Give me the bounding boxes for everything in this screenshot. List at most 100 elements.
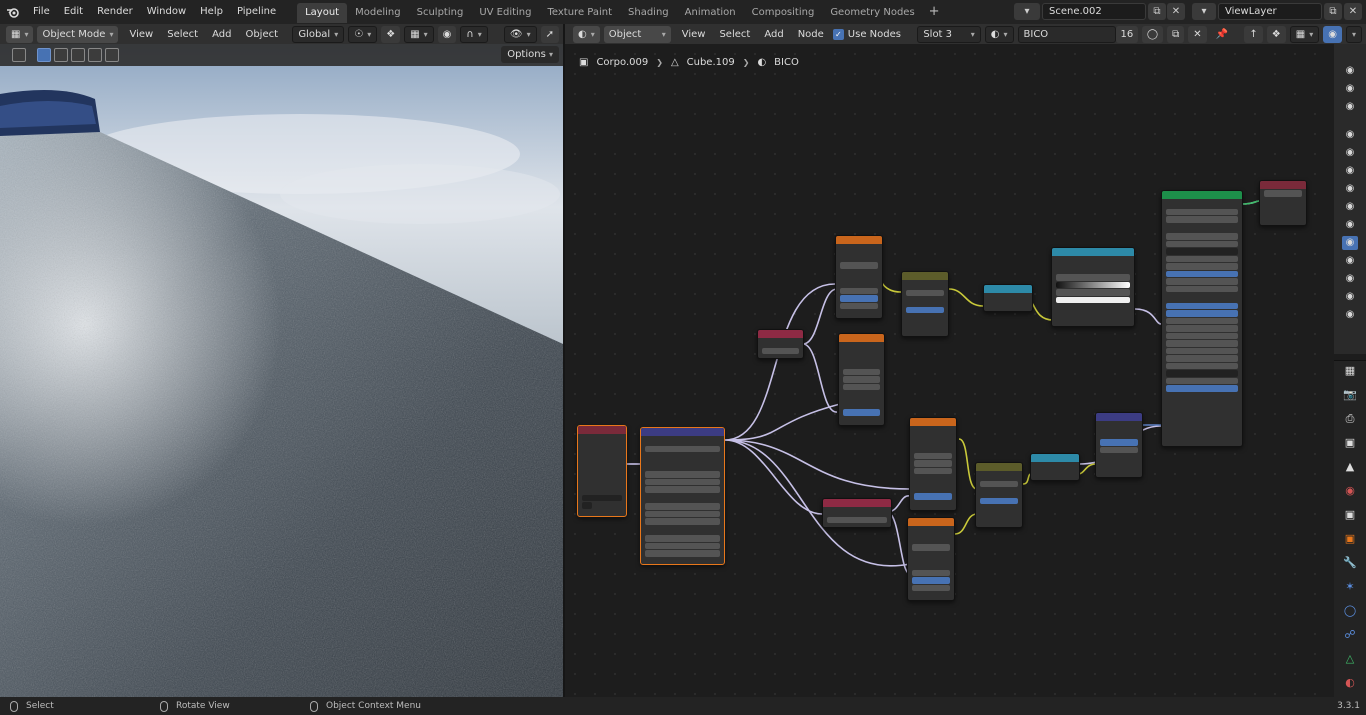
camera-icon[interactable]: ◉ — [1342, 100, 1358, 114]
node-noise-texture-top[interactable] — [835, 235, 883, 319]
tab-shading[interactable]: Shading — [620, 3, 677, 23]
camera-icon[interactable]: ◉ — [1342, 254, 1358, 268]
output-icon[interactable]: ⎙ — [1340, 411, 1360, 427]
render-icon[interactable]: 📷 — [1340, 387, 1360, 403]
camera-icon[interactable]: ◉ — [1342, 182, 1358, 196]
snap-target-button[interactable]: ▦ ▾ — [404, 25, 434, 43]
camera-icon[interactable]: ◉ — [1342, 236, 1358, 250]
tab-sculpting[interactable]: Sculpting — [409, 3, 472, 23]
delete-view-layer-button[interactable]: ✕ — [1344, 3, 1362, 20]
fake-user-icon[interactable]: ◯ — [1141, 25, 1164, 43]
tab-texture-paint[interactable]: Texture Paint — [539, 3, 620, 23]
proportional-edit-icon[interactable]: ◉ — [437, 25, 457, 43]
node-menu-select[interactable]: Select — [712, 29, 757, 40]
data-icon[interactable]: △ — [1340, 651, 1360, 667]
viewport-menu-select[interactable]: Select — [160, 29, 205, 40]
overlay-icon[interactable]: ◉ — [1323, 25, 1342, 43]
object-icon[interactable]: ▣ — [1340, 531, 1360, 547]
node-subtract-bottom[interactable] — [975, 462, 1023, 528]
modifier-icon[interactable]: 🔧 — [1340, 555, 1360, 571]
parent-node-tree-icon[interactable]: ↑ — [1244, 25, 1263, 43]
3d-viewport[interactable] — [0, 44, 563, 697]
camera-icon[interactable]: ◉ — [1342, 146, 1358, 160]
material-name-field[interactable]: BICO — [1017, 25, 1116, 43]
menu-window[interactable]: Window — [140, 0, 193, 24]
visibility-button[interactable]: 👁 ▾ — [503, 25, 537, 43]
select-subtract-icon[interactable] — [71, 48, 85, 62]
world-icon[interactable]: ◉ — [1340, 483, 1360, 499]
select-invert-icon[interactable] — [88, 48, 102, 62]
node-value-top[interactable] — [757, 329, 804, 359]
menu-edit[interactable]: Edit — [57, 0, 90, 24]
slot-select[interactable]: Slot 3 ▾ — [917, 25, 981, 43]
camera-icon[interactable]: ◉ — [1342, 290, 1358, 304]
select-intersect-icon[interactable] — [105, 48, 119, 62]
node-editor-type-button[interactable]: ◐ ▾ — [573, 25, 600, 43]
node-menu-node[interactable]: Node — [791, 29, 831, 40]
node-noise-texture-bottom[interactable] — [907, 517, 955, 601]
node-texture-coordinate[interactable] — [577, 425, 627, 517]
duplicate-material-icon[interactable]: ⧉ — [1167, 25, 1185, 43]
camera-icon[interactable]: ◉ — [1342, 164, 1358, 178]
editor-type-button[interactable]: ▦ ▾ — [6, 25, 34, 43]
camera-icon[interactable]: ◉ — [1342, 64, 1358, 78]
select-tool-icon[interactable] — [12, 48, 26, 62]
shader-node-editor[interactable]: ▣ Corpo.009 ❯ △ Cube.109 ❯ ◐ BICO — [565, 44, 1334, 697]
blender-logo-icon[interactable] — [0, 0, 26, 24]
select-extend-icon[interactable] — [54, 48, 68, 62]
camera-icon[interactable]: ◉ — [1342, 82, 1358, 96]
particles-icon[interactable]: ✶ — [1340, 579, 1360, 595]
node-menu-add[interactable]: Add — [757, 29, 790, 40]
shader-type-select[interactable]: Object ▾ — [603, 25, 671, 43]
node-bump[interactable] — [1095, 412, 1143, 478]
tab-modeling[interactable]: Modeling — [347, 3, 409, 23]
node-material-output[interactable] — [1259, 180, 1307, 226]
tab-compositing[interactable]: Compositing — [744, 3, 823, 23]
scene-icon[interactable]: ▲ — [1340, 459, 1360, 475]
node-mapping[interactable] — [640, 427, 725, 565]
camera-icon[interactable]: ◉ — [1342, 218, 1358, 232]
select-new-icon[interactable] — [37, 48, 51, 62]
material-users-count[interactable]: 16 — [1115, 25, 1138, 43]
camera-icon[interactable]: ◉ — [1342, 200, 1358, 214]
new-view-layer-button[interactable]: ⧉ — [1324, 3, 1342, 20]
node-voronoi-texture-bottom[interactable] — [909, 417, 957, 511]
tool-icon[interactable]: ▦ — [1340, 363, 1360, 379]
node-subtract-top[interactable] — [901, 271, 949, 337]
tab-geometry-nodes[interactable]: Geometry Nodes — [822, 3, 922, 23]
view-layer-field[interactable]: ViewLayer — [1218, 3, 1322, 20]
viewport-menu-add[interactable]: Add — [205, 29, 238, 40]
node-color-ramp[interactable] — [1051, 247, 1135, 327]
camera-icon[interactable]: ◉ — [1342, 308, 1358, 322]
pin-icon[interactable]: 📌 — [1211, 26, 1233, 43]
view-layer-icon[interactable]: ▣ — [1340, 435, 1360, 451]
node-value-bottom[interactable] — [822, 498, 892, 528]
node-principled-bsdf[interactable] — [1161, 190, 1243, 447]
view-layer-icon[interactable]: ▾ — [1192, 3, 1216, 20]
mode-select[interactable]: Object Mode ▾ — [37, 25, 119, 43]
tab-animation[interactable]: Animation — [677, 3, 744, 23]
camera-icon[interactable]: ◉ — [1342, 272, 1358, 286]
delete-scene-button[interactable]: ✕ — [1167, 3, 1185, 20]
pivot-point-button[interactable]: ☉ ▾ — [348, 25, 378, 43]
node-rgb-to-bw-top[interactable] — [983, 284, 1033, 312]
node-rgb-to-bw-bottom[interactable] — [1030, 453, 1080, 481]
viewport-options-button[interactable]: Options ▾ — [501, 46, 559, 63]
physics-icon[interactable]: ◯ — [1340, 603, 1360, 619]
overlay-dropdown-button[interactable]: ▾ — [1345, 25, 1362, 43]
scene-icon[interactable]: ▾ — [1014, 3, 1040, 20]
collection-icon[interactable]: ▣ — [1340, 507, 1360, 523]
tab-uv-editing[interactable]: UV Editing — [471, 3, 539, 23]
viewport-menu-view[interactable]: View — [122, 29, 160, 40]
falloff-button[interactable]: ∩ ▾ — [460, 25, 488, 43]
node-snap-icon[interactable]: ❖ — [1266, 25, 1286, 43]
menu-help[interactable]: Help — [193, 0, 230, 24]
tab-layout[interactable]: Layout — [297, 3, 348, 23]
use-nodes-toggle[interactable]: ✓ Use Nodes — [831, 26, 906, 43]
material-icon[interactable]: ◐ — [1340, 675, 1360, 691]
menu-file[interactable]: File — [26, 0, 57, 24]
snap-icon[interactable]: ❖ — [381, 25, 401, 43]
gizmo-icon[interactable]: ➚ — [540, 25, 559, 43]
node-voronoi-texture-top[interactable] — [838, 333, 885, 426]
transform-orientation-select[interactable]: Global ▾ — [292, 25, 345, 43]
